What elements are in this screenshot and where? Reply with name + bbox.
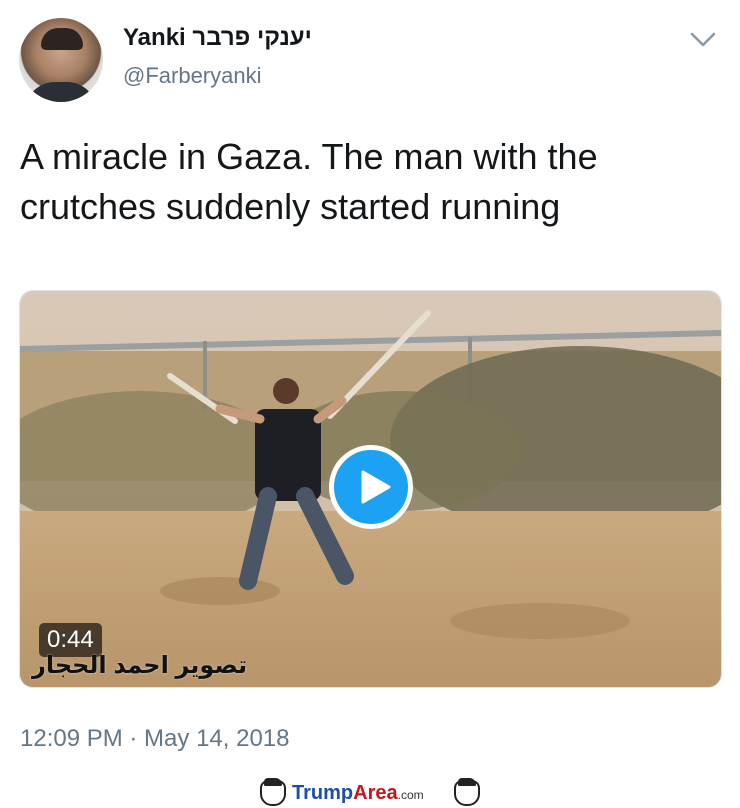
site-brand-text: TrumpArea.com bbox=[292, 782, 424, 805]
chevron-down-icon[interactable] bbox=[688, 27, 718, 51]
brand-second: Area bbox=[353, 782, 398, 804]
play-button[interactable] bbox=[329, 445, 413, 529]
play-icon bbox=[361, 470, 391, 504]
brand-suffix: .com bbox=[397, 788, 424, 802]
avatar-hair bbox=[41, 28, 83, 50]
tweet-text: A miracle in Gaza. The man with the crut… bbox=[20, 136, 598, 227]
brand-first: Trump bbox=[292, 782, 354, 804]
caricature-face-icon bbox=[260, 778, 286, 806]
author-display-name[interactable]: Yanki יענקי פרבר bbox=[123, 24, 312, 52]
tweet-timestamp[interactable]: 12:09 PM · May 14, 2018 bbox=[20, 725, 289, 753]
site-watermark-logo: TrumpArea.com bbox=[260, 778, 480, 808]
caricature-face-icon bbox=[454, 778, 480, 806]
avatar-shirt bbox=[25, 82, 97, 102]
video-caption-overlay: تصوير احمد الحجار bbox=[32, 652, 248, 679]
author-avatar[interactable] bbox=[19, 18, 103, 102]
video-player[interactable]: 0:44 تصوير احمد الحجار bbox=[19, 290, 722, 688]
author-handle[interactable]: @Farberyanki bbox=[123, 63, 262, 89]
